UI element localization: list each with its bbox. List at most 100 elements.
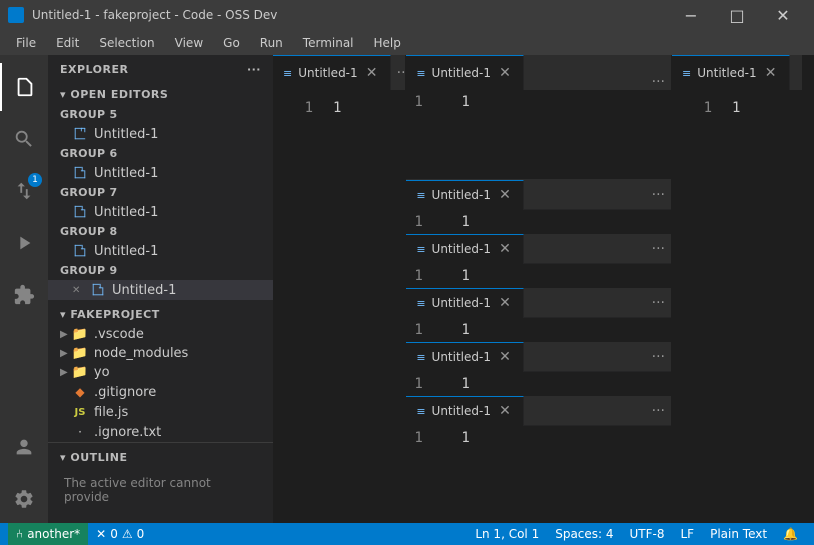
activity-account[interactable] xyxy=(0,423,48,471)
tab-untitled1-g2-main[interactable]: ≡ Untitled-1 ✕ xyxy=(406,55,524,90)
chevron-right-icon-yo: ▶ xyxy=(60,367,68,378)
close-button[interactable]: ✕ xyxy=(760,0,806,30)
sub-tab2-close[interactable]: ✕ xyxy=(497,187,513,203)
tab-close-g3[interactable]: ✕ xyxy=(763,65,779,81)
line-ending-status[interactable]: LF xyxy=(673,523,703,545)
editor-tabs-group2: ≡ Untitled-1 ✕ ··· xyxy=(406,55,671,90)
menu-go[interactable]: Go xyxy=(215,34,248,52)
group7-untitled1[interactable]: Untitled-1 xyxy=(48,202,273,222)
editor-line-g1: 1 xyxy=(333,100,341,116)
tab-close-g1[interactable]: ✕ xyxy=(364,65,380,81)
sub-tab6-menu[interactable]: ··· xyxy=(646,403,671,419)
file-ignore-txt[interactable]: · .ignore.txt xyxy=(48,422,273,442)
sidebar: EXPLORER ··· ▾ OPEN EDITORS GROUP 5 Unti… xyxy=(48,55,273,523)
fakeproject-header[interactable]: ▾ FAKEPROJECT xyxy=(48,300,273,325)
activity-search[interactable] xyxy=(0,115,48,163)
chevron-down-icon-project: ▾ xyxy=(60,308,70,321)
file-js[interactable]: JS file.js xyxy=(48,402,273,422)
open-editors-header[interactable]: ▾ OPEN EDITORS xyxy=(48,80,273,105)
sub-content-4[interactable]: 1 1 xyxy=(406,318,671,342)
menu-run[interactable]: Run xyxy=(252,34,291,52)
sub-tab3-close[interactable]: ✕ xyxy=(497,241,513,257)
group8-untitled1[interactable]: Untitled-1 xyxy=(48,241,273,261)
encoding-status[interactable]: UTF-8 xyxy=(622,523,673,545)
menu-view[interactable]: View xyxy=(167,34,211,52)
tab-label-g2: Untitled-1 xyxy=(432,66,491,80)
sub-content-6[interactable]: 1 1 xyxy=(406,426,671,523)
activity-extensions[interactable] xyxy=(0,271,48,319)
tab-untitled1-g1[interactable]: ≡ Untitled-1 ✕ xyxy=(273,55,391,90)
sub-tab-2[interactable]: ≡ Untitled-1 ✕ xyxy=(406,180,524,210)
sub-tab6-close[interactable]: ✕ xyxy=(497,403,513,419)
tab-overflow-menu-g2[interactable]: ··· xyxy=(646,74,671,90)
sub-tab-3[interactable]: ≡ Untitled-1 ✕ xyxy=(406,234,524,264)
maximize-button[interactable]: □ xyxy=(714,0,760,30)
sub-content-2[interactable]: 1 1 xyxy=(406,210,671,234)
sub-content-1[interactable]: 1 1 xyxy=(406,90,671,179)
group6-untitled1[interactable]: Untitled-1 xyxy=(48,163,273,183)
sub-tab-6[interactable]: ≡ Untitled-1 ✕ xyxy=(406,396,524,426)
git-branch-label: another* xyxy=(27,527,80,541)
sub-tab6-icon: ≡ xyxy=(416,405,425,418)
folder-yo[interactable]: ▶ 📁 yo xyxy=(48,363,273,382)
activity-source-control[interactable]: 1 xyxy=(0,167,48,215)
folder-node-modules[interactable]: ▶ 📁 node_modules xyxy=(48,344,273,363)
group-7-header: GROUP 7 xyxy=(48,183,273,202)
sub-tab4-menu[interactable]: ··· xyxy=(646,295,671,311)
outline-section: ▾ OUTLINE The active editor cannot provi… xyxy=(48,442,273,512)
activity-run[interactable] xyxy=(0,219,48,267)
explorer-header[interactable]: EXPLORER ··· xyxy=(48,55,273,80)
warning-count: 0 xyxy=(137,527,145,541)
line-content-s2: 1 xyxy=(461,214,469,230)
sub-tab-4[interactable]: ≡ Untitled-1 ✕ xyxy=(406,288,524,318)
cursor-position-status[interactable]: Ln 1, Col 1 xyxy=(467,523,547,545)
sub-tab3-label: Untitled-1 xyxy=(432,242,491,256)
sub-content-5[interactable]: 1 1 xyxy=(406,372,671,396)
sub-tab4-close[interactable]: ✕ xyxy=(497,295,513,311)
folder-icon-yo: 📁 xyxy=(72,365,88,380)
tab-file-icon-g2: ≡ xyxy=(416,67,425,80)
menu-help[interactable]: Help xyxy=(366,34,409,52)
activity-explorer[interactable] xyxy=(0,63,48,111)
explorer-menu-icon[interactable]: ··· xyxy=(247,63,261,76)
file-icon-g8 xyxy=(72,243,88,259)
notifications-bell[interactable]: 🔔 xyxy=(775,523,806,545)
line-content-s6: 1 xyxy=(461,430,469,446)
menu-selection[interactable]: Selection xyxy=(91,34,162,52)
group9-untitled1[interactable]: ✕ Untitled-1 xyxy=(48,280,273,300)
file-icon xyxy=(72,126,88,142)
errors-status[interactable]: ✕ 0 ⚠ 0 xyxy=(88,523,152,545)
group5-untitled1[interactable]: Untitled-1 xyxy=(48,124,273,144)
minimize-button[interactable]: − xyxy=(668,0,714,30)
sub-tab2-menu[interactable]: ··· xyxy=(646,187,671,203)
git-branch-status[interactable]: ⑃ another* xyxy=(8,523,88,545)
menu-file[interactable]: File xyxy=(8,34,44,52)
sub-tab5-close[interactable]: ✕ xyxy=(497,349,513,365)
chevron-down-icon-outline: ▾ xyxy=(60,451,70,464)
editor-group-3: ≡ Untitled-1 ✕ 1 1 xyxy=(672,55,802,523)
scrollbar[interactable] xyxy=(802,55,814,523)
sub-tab5-menu[interactable]: ··· xyxy=(646,349,671,365)
sub-content-3[interactable]: 1 1 xyxy=(406,264,671,288)
sub-tab3-menu[interactable]: ··· xyxy=(646,241,671,257)
menu-terminal[interactable]: Terminal xyxy=(295,34,362,52)
spaces-status[interactable]: Spaces: 4 xyxy=(547,523,621,545)
sub-tab5-icon: ≡ xyxy=(416,351,425,364)
js-icon: JS xyxy=(72,404,88,420)
sub-tab-5[interactable]: ≡ Untitled-1 ✕ xyxy=(406,342,524,372)
position-label: Ln 1, Col 1 xyxy=(475,527,539,541)
close-icon-small[interactable]: ✕ xyxy=(72,285,84,296)
tab-untitled1-g3[interactable]: ≡ Untitled-1 ✕ xyxy=(672,55,790,90)
outline-header[interactable]: ▾ OUTLINE xyxy=(48,443,273,468)
chevron-right-icon: ▶ xyxy=(60,329,68,340)
editor-content-g1[interactable]: 1 1 xyxy=(273,90,405,523)
tab-close-g2[interactable]: ✕ xyxy=(497,65,513,81)
language-status[interactable]: Plain Text xyxy=(702,523,775,545)
activity-settings[interactable] xyxy=(0,475,48,523)
menu-bar: File Edit Selection View Go Run Terminal… xyxy=(0,30,814,55)
editor-content-g3[interactable]: 1 1 xyxy=(672,90,802,523)
folder-vscode[interactable]: ▶ 📁 .vscode xyxy=(48,325,273,344)
file-gitignore[interactable]: ◆ .gitignore xyxy=(48,382,273,402)
spaces-label: Spaces: 4 xyxy=(555,527,613,541)
menu-edit[interactable]: Edit xyxy=(48,34,87,52)
